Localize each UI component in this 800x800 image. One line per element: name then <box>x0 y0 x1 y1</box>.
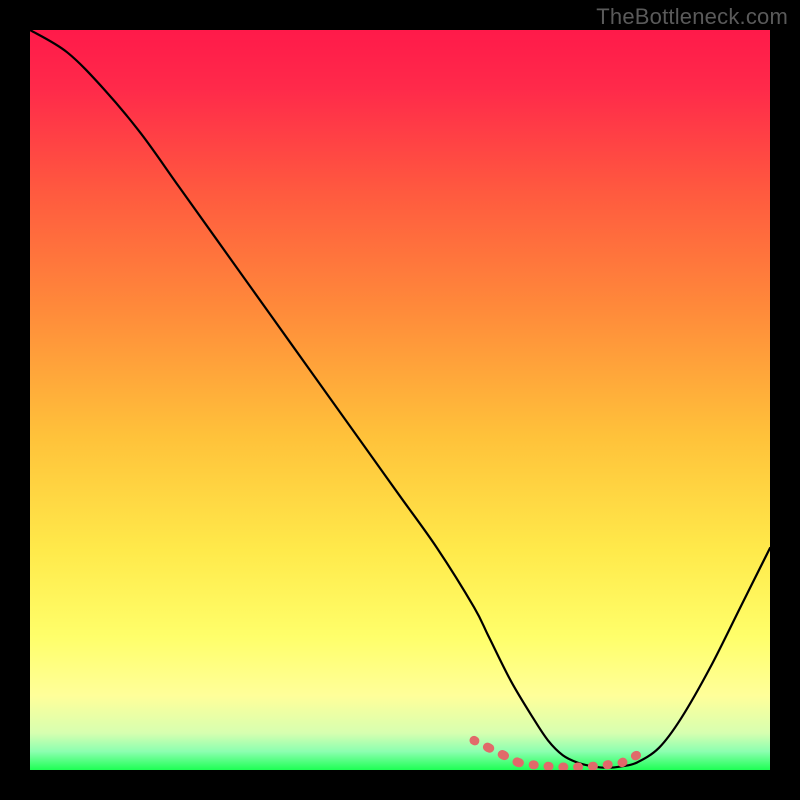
chart-container: TheBottleneck.com <box>0 0 800 800</box>
watermark-text: TheBottleneck.com <box>596 4 788 30</box>
gradient-background <box>30 30 770 770</box>
plot-area <box>30 30 770 770</box>
highlight-dot <box>633 751 641 759</box>
chart-svg <box>30 30 770 770</box>
highlight-dot <box>470 736 478 744</box>
